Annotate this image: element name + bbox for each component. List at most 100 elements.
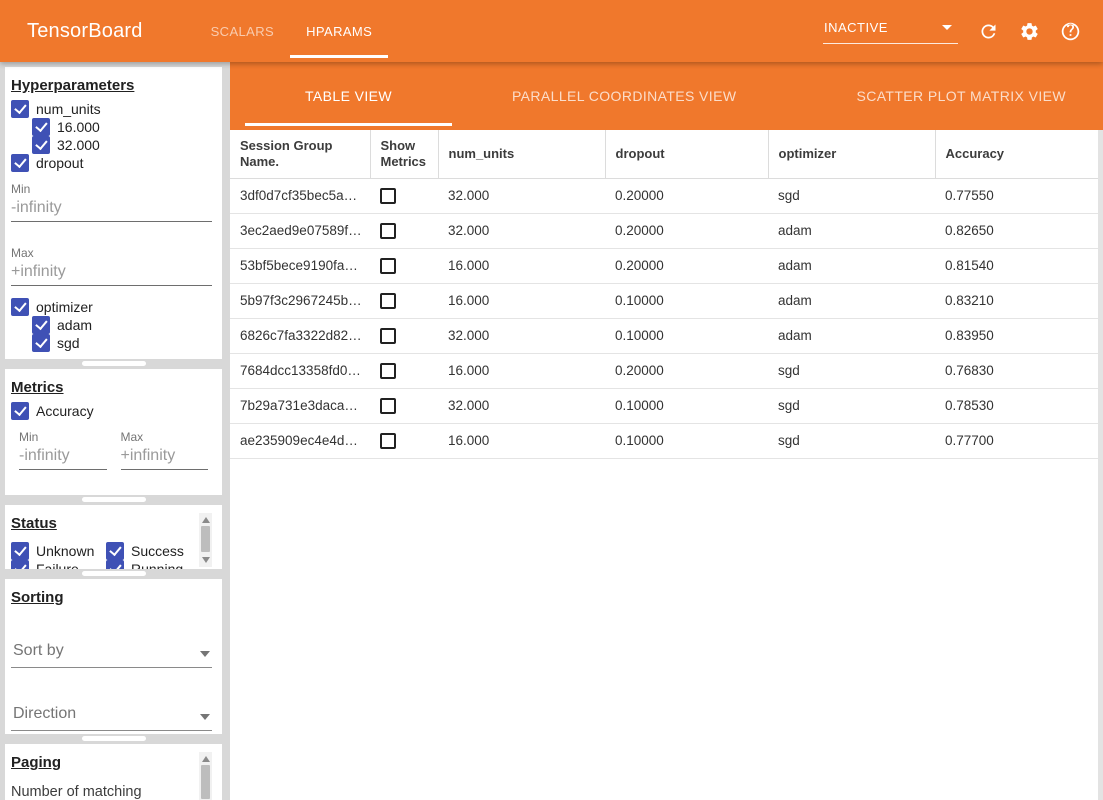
refresh-button[interactable]: [977, 20, 999, 42]
checkbox-Running[interactable]: [106, 560, 124, 569]
show-metrics-checkbox[interactable]: [380, 258, 396, 274]
toolbar-actions: INACTIVE: [823, 0, 1103, 62]
hparam-max-field-input[interactable]: +infinity: [11, 263, 212, 286]
section-resize-handle[interactable]: [82, 497, 146, 502]
section-resize-handle[interactable]: [82, 571, 146, 576]
settings-button[interactable]: [1018, 20, 1040, 42]
sort-by-value: Sort by: [13, 642, 64, 660]
dropout-cell: 0.20000: [605, 248, 768, 283]
tab-scalars[interactable]: SCALARS: [195, 0, 291, 62]
section-resize-handle[interactable]: [82, 361, 146, 366]
checkbox-16.000[interactable]: [32, 118, 50, 136]
metric-min-field[interactable]: Min -infinity: [19, 430, 107, 470]
status-row-Failure: Failure: [5, 560, 100, 569]
status-options: UnknownSuccessFailureRunning: [5, 542, 192, 569]
section-resize-handle[interactable]: [82, 736, 146, 741]
show-metrics-checkbox[interactable]: [380, 188, 396, 204]
table-row: 3df0d7cf35bec5a…32.0000.20000sgd0.77550: [230, 178, 1098, 213]
hparam-value-label: sgd: [57, 335, 80, 351]
column-header-optimizer[interactable]: optimizer: [768, 130, 935, 178]
checkbox-adam[interactable]: [32, 316, 50, 334]
show-metrics-checkbox[interactable]: [380, 363, 396, 379]
column-header-show-metrics[interactable]: Show Metrics: [370, 130, 438, 178]
scroll-down-icon[interactable]: [202, 557, 210, 563]
column-header-dropout[interactable]: dropout: [605, 130, 768, 178]
scroll-up-icon[interactable]: [202, 756, 210, 762]
hparam-value-label: 32.000: [57, 137, 100, 153]
scrollbar-thumb[interactable]: [201, 765, 210, 799]
reload-interval-select[interactable]: INACTIVE: [823, 18, 958, 44]
checkbox-optimizer[interactable]: [11, 298, 29, 316]
max-input[interactable]: +infinity: [121, 447, 209, 470]
show-metrics-cell: [370, 318, 438, 353]
toolbar: TensorBoard SCALARS HPARAMS INACTIVE: [0, 0, 1103, 62]
status-label: Unknown: [36, 543, 94, 559]
checkbox-Failure[interactable]: [11, 560, 29, 569]
accuracy-cell: 0.77550: [935, 178, 1098, 213]
checkbox-32.000[interactable]: [32, 136, 50, 154]
min-input[interactable]: -infinity: [19, 447, 107, 470]
hparam-min-field-input[interactable]: -infinity: [11, 199, 212, 222]
show-metrics-cell: [370, 283, 438, 318]
checkbox-dropout[interactable]: [11, 154, 29, 172]
optimizer-cell: adam: [768, 213, 935, 248]
show-metrics-cell: [370, 178, 438, 213]
hparam-value-row-sgd: sgd: [5, 334, 222, 352]
checkbox-Unknown[interactable]: [11, 542, 29, 560]
session-group-name-cell: 3ec2aed9e07589f…: [230, 213, 370, 248]
metric-list: Accuracy: [5, 402, 222, 420]
show-metrics-checkbox[interactable]: [380, 223, 396, 239]
session-group-name-cell: 53bf5bece9190fa…: [230, 248, 370, 283]
help-button[interactable]: [1059, 20, 1081, 42]
column-header-accuracy[interactable]: Accuracy: [935, 130, 1098, 178]
metric-max-field[interactable]: Max +infinity: [121, 430, 209, 470]
scrollbar-thumb[interactable]: [201, 526, 210, 552]
optimizer-cell: sgd: [768, 353, 935, 388]
direction-select[interactable]: Direction: [11, 705, 212, 731]
checkbox-Success[interactable]: [106, 542, 124, 560]
scroll-up-icon[interactable]: [202, 517, 210, 523]
tab-table-view[interactable]: TABLE VIEW: [245, 62, 452, 130]
metrics-section: Metrics Accuracy Min -infinity Max +infi…: [5, 369, 222, 495]
status-label: Failure: [36, 561, 79, 569]
hyperparameter-list: num_units16.00032.000dropoutMin-infinity…: [5, 100, 222, 352]
tab-hparams[interactable]: HPARAMS: [290, 0, 388, 62]
show-metrics-cell: [370, 423, 438, 458]
tab-scatter-plot-matrix-view[interactable]: SCATTER PLOT MATRIX VIEW: [796, 62, 1103, 130]
sort-by-select[interactable]: Sort by: [11, 642, 212, 668]
dropout-cell: 0.10000: [605, 388, 768, 423]
tab-parallel-coordinates-view[interactable]: PARALLEL COORDINATES VIEW: [452, 62, 796, 130]
section-divider: [5, 569, 222, 579]
help-icon: [1060, 21, 1081, 42]
optimizer-cell: adam: [768, 283, 935, 318]
column-header-session-group-name-[interactable]: Session Group Name.: [230, 130, 370, 178]
checkbox-Accuracy[interactable]: [11, 402, 29, 420]
app-title: TensorBoard: [27, 20, 143, 43]
main-scrollbar-track[interactable]: [1098, 130, 1103, 800]
column-header-num-units[interactable]: num_units: [438, 130, 605, 178]
sorting-heading: Sorting: [11, 589, 64, 606]
optimizer-cell: sgd: [768, 388, 935, 423]
show-metrics-checkbox[interactable]: [380, 293, 396, 309]
content: Hyperparameters num_units16.00032.000dro…: [0, 62, 1103, 800]
checkbox-num_units[interactable]: [11, 100, 29, 118]
show-metrics-checkbox[interactable]: [380, 433, 396, 449]
show-metrics-checkbox[interactable]: [380, 398, 396, 414]
checkbox-sgd[interactable]: [32, 334, 50, 352]
settings-icon: [1019, 21, 1040, 42]
hparam-max-field[interactable]: Max+infinity: [11, 246, 212, 286]
hyperparameters-heading: Hyperparameters: [11, 77, 134, 94]
hparam-value-label: adam: [57, 317, 92, 333]
status-scrollbar[interactable]: [199, 513, 212, 567]
accuracy-cell: 0.77700: [935, 423, 1098, 458]
accuracy-cell: 0.82650: [935, 213, 1098, 248]
accuracy-cell: 0.83210: [935, 283, 1098, 318]
num_units-cell: 32.000: [438, 213, 605, 248]
paging-scrollbar[interactable]: [199, 752, 212, 800]
hparam-min-field[interactable]: Min-infinity: [11, 182, 212, 222]
status-section: Status UnknownSuccessFailureRunning: [5, 505, 222, 569]
optimizer-cell: adam: [768, 248, 935, 283]
session-group-name-cell: 5b97f3c2967245b…: [230, 283, 370, 318]
table-row: 7b29a731e3daca…32.0000.10000sgd0.78530: [230, 388, 1098, 423]
show-metrics-checkbox[interactable]: [380, 328, 396, 344]
